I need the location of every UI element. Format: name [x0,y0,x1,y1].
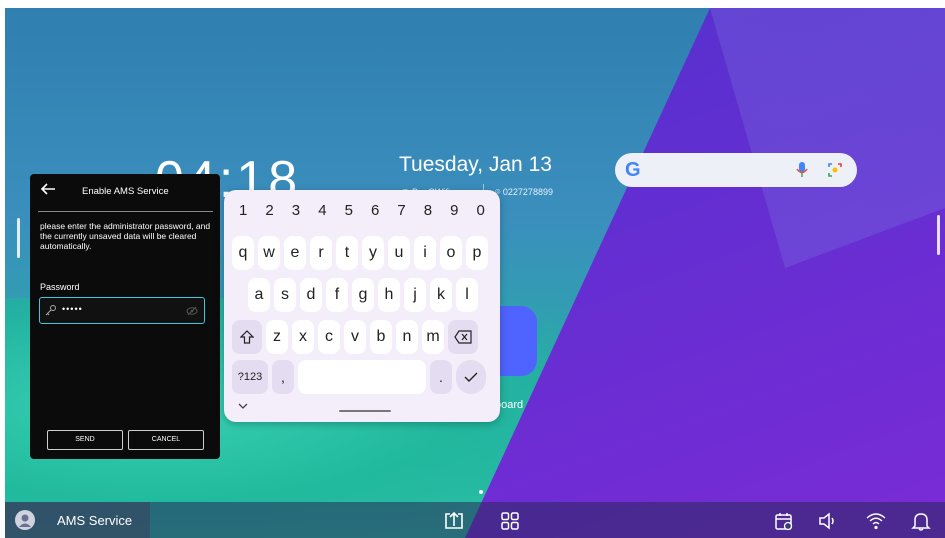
send-button[interactable]: SEND [47,430,123,450]
backspace-icon [454,330,472,344]
key-3[interactable]: 3 [285,202,307,219]
key-b[interactable]: b [370,320,392,354]
key-q[interactable]: q [232,236,254,270]
password-label: Password [40,282,80,292]
right-edge-handle[interactable] [937,215,940,255]
key-e[interactable]: e [284,236,306,270]
key-k[interactable]: k [430,278,452,312]
key-y[interactable]: y [362,236,384,270]
apps-grid-icon[interactable] [499,510,521,532]
key-d[interactable]: d [300,278,322,312]
key-j[interactable]: j [404,278,426,312]
key-1[interactable]: 1 [232,202,254,219]
back-arrow-icon[interactable] [40,182,56,196]
hide-password-icon[interactable] [186,305,198,317]
key-n[interactable]: n [396,320,418,354]
key-r[interactable]: r [310,236,332,270]
keyboard-drag-handle[interactable] [339,410,391,412]
on-screen-keyboard: 1 2 3 4 5 6 7 8 9 0 q w e r t y u i o p … [224,190,500,422]
google-logo: G [625,159,641,181]
shift-key[interactable] [232,320,262,354]
backspace-key[interactable] [448,320,478,354]
phone-number: 0227278899 [502,187,553,197]
dialog-message: please enter the administrator password,… [40,221,211,251]
mic-icon[interactable] [795,162,809,178]
key-9[interactable]: 9 [443,202,465,219]
left-edge-handle[interactable] [17,218,20,258]
google-search-bar[interactable]: G [615,153,857,187]
key-o[interactable]: o [440,236,462,270]
keyboard-row-2: a s d f g h j k l [248,278,482,312]
key-z[interactable]: z [266,320,288,354]
key-icon [45,305,56,316]
keyboard-row-4: ?123 , . [232,360,490,394]
space-key[interactable] [298,360,426,394]
avatar-icon [15,510,35,530]
key-l[interactable]: l [456,278,478,312]
volume-icon[interactable] [817,510,839,532]
tablet-screen: 04:18 Tuesday, Jan 13 ⌔ BenQWifi ⌾ 02272… [5,8,945,538]
taskbar: AMS Service [5,502,945,538]
notification-bell-icon[interactable] [910,510,932,532]
wifi-icon[interactable] [865,510,887,532]
home-date: Tuesday, Jan 13 [399,153,552,176]
password-value: ••••• [62,304,83,314]
key-4[interactable]: 4 [311,202,333,219]
user-label: AMS Service [57,513,133,528]
key-h[interactable]: h [378,278,400,312]
key-5[interactable]: 5 [338,202,360,219]
key-f[interactable]: f [326,278,348,312]
key-g[interactable]: g [352,278,374,312]
password-field[interactable]: ••••• [39,297,205,324]
key-x[interactable]: x [292,320,314,354]
key-v[interactable]: v [344,320,366,354]
key-c[interactable]: c [318,320,340,354]
dialog-divider [38,211,213,212]
symbols-key[interactable]: ?123 [232,360,268,394]
user-account-area[interactable]: AMS Service [5,502,150,538]
key-u[interactable]: u [388,236,410,270]
key-2[interactable]: 2 [259,202,281,219]
checkmark-icon [464,372,478,382]
keyboard-row-3: z x c v b n m [232,320,482,354]
key-0[interactable]: 0 [470,202,492,219]
schedule-icon[interactable] [773,510,795,532]
comma-key[interactable]: , [272,360,294,394]
keyboard-row-1: q w e r t y u i o p [232,236,492,270]
period-key[interactable]: . [430,360,452,394]
key-a[interactable]: a [248,278,270,312]
keyboard-number-row: 1 2 3 4 5 6 7 8 9 0 [224,202,500,219]
key-7[interactable]: 7 [391,202,413,219]
key-i[interactable]: i [414,236,436,270]
key-s[interactable]: s [274,278,296,312]
key-w[interactable]: w [258,236,280,270]
keyboard-collapse-icon[interactable] [238,402,248,410]
cancel-button[interactable]: CANCEL [128,430,204,450]
key-t[interactable]: t [336,236,358,270]
key-m[interactable]: m [422,320,444,354]
key-p[interactable]: p [466,236,488,270]
key-8[interactable]: 8 [417,202,439,219]
shift-icon [240,330,254,344]
key-6[interactable]: 6 [364,202,386,219]
screen-share-icon[interactable] [443,510,465,532]
enter-key[interactable] [456,360,486,394]
ams-dialog: Enable AMS Service please enter the admi… [30,174,220,459]
dialog-title: Enable AMS Service [82,186,169,197]
phone-status: ⌾ 0227278899 [495,187,553,198]
page-indicator-dot [479,490,483,494]
lens-icon[interactable] [827,162,843,178]
